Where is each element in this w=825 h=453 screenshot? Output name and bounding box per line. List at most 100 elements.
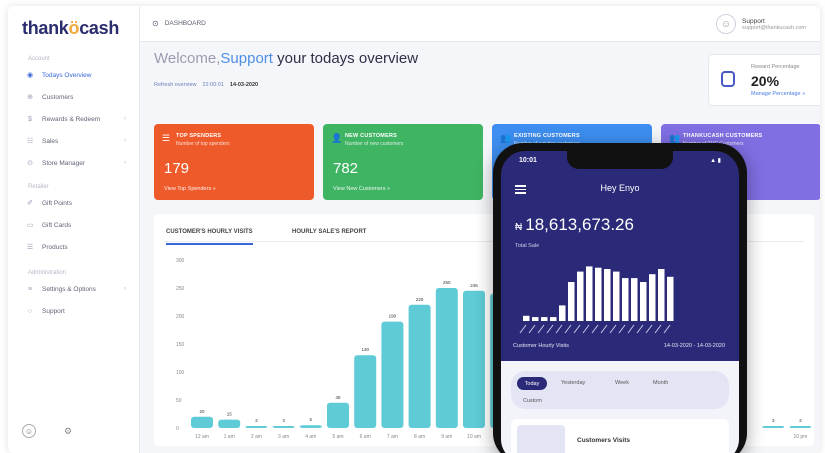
- phone-chart-tick-label: [537, 324, 545, 334]
- customers-visits-card[interactable]: Customers Visits: [511, 419, 729, 453]
- phone-chart-tick-label: [645, 324, 653, 334]
- chart-bar: [435, 288, 458, 428]
- existing-customers-icon: 👥: [500, 133, 512, 143]
- phone-chart-bar: [658, 269, 665, 321]
- sidebar-item-gift-cards[interactable]: ▭ Gift Cards: [26, 218, 134, 232]
- stat-card-link[interactable]: View New Customers »: [333, 186, 390, 192]
- phone-chart-bar: [523, 315, 530, 321]
- sidebar-item-rewards[interactable]: $ Rewards & Redeem ›: [26, 112, 134, 126]
- period-week[interactable]: Week: [615, 380, 629, 386]
- breadcrumb-label[interactable]: DASHBOARD: [165, 20, 206, 27]
- manage-percentage-link[interactable]: Manage Percentage »: [751, 91, 805, 97]
- x-tick-label: 4 am: [305, 434, 316, 440]
- y-tick-label: 0: [176, 426, 179, 432]
- sales-icon: ☷: [26, 138, 34, 145]
- period-today[interactable]: Today: [517, 377, 547, 390]
- y-tick-label: 100: [176, 370, 185, 376]
- date-value[interactable]: 14-03-2020: [230, 82, 258, 88]
- phone-chart-tick-label: [546, 324, 554, 334]
- sidebar-item-store[interactable]: ⊙ Store Manager ›: [26, 156, 134, 170]
- sidebar-item-support[interactable]: ○ Support: [26, 304, 134, 318]
- stat-card-subtitle: Number of top spenders: [176, 141, 230, 147]
- home-icon: ◉: [26, 72, 34, 79]
- sidebar-item-sales[interactable]: ☷ Sales ›: [26, 134, 134, 148]
- phone-total-amount: ₦ 18,613,673.26: [515, 215, 634, 234]
- logo[interactable]: thanköcash: [22, 18, 119, 39]
- phone-chart-bar: [586, 266, 593, 321]
- stat-card-value: 179: [164, 160, 190, 177]
- support-icon: ○: [27, 307, 33, 315]
- phone-chart-bar: [559, 305, 566, 321]
- customers-visits-title: Customers Visits: [577, 437, 630, 444]
- sidebar-item-label: Sales: [42, 137, 59, 145]
- period-custom[interactable]: Custom: [523, 398, 542, 404]
- sidebar-item-label: Customers: [42, 93, 74, 101]
- breadcrumb: ⊙ DASHBOARD: [152, 19, 206, 28]
- phone-chart-bar: [649, 274, 656, 321]
- chart-bar: [354, 355, 377, 428]
- sidebar-item-settings[interactable]: ≡ Settings & Options ›: [26, 282, 134, 296]
- reward-label: Reward Percentage: [751, 64, 800, 70]
- user-menu[interactable]: ☺ Support support@thankucash.com: [716, 14, 806, 34]
- phone-total-label: Total Sale: [515, 243, 540, 249]
- sidebar-footer: ☺ ⚙: [22, 424, 72, 438]
- dashboard-icon: ⊙: [152, 19, 159, 28]
- sidebar-item-products[interactable]: ☰ Products: [26, 240, 134, 254]
- bar-data-label: 5: [310, 417, 313, 422]
- user-circle-icon[interactable]: ☺: [22, 424, 36, 438]
- phone-bottom-sheet: Today Yesterday Week Month Custom Custom…: [501, 361, 739, 453]
- user-name: Support: [742, 17, 765, 25]
- sidebar-item-label: Gift Cards: [42, 221, 72, 229]
- x-tick-label: 7 am: [387, 434, 398, 440]
- bar-data-label: 130: [361, 347, 369, 352]
- phone-date-range[interactable]: 14-03-2020 - 14-03-2020: [664, 343, 725, 349]
- phone-chart-tick-label: [555, 324, 563, 334]
- bar-data-label: 3: [772, 418, 775, 423]
- bar-data-label: 245: [470, 283, 478, 288]
- phone-chart-tick-label: [654, 324, 662, 334]
- sidebar-item-home[interactable]: ◉ Todays Overview: [26, 68, 134, 82]
- x-tick-label: 3 am: [278, 434, 289, 440]
- phone-mockup: 10:01 ▲ ▮ Hey Enyo ₦ 18,613,673.26 Total …: [493, 143, 747, 453]
- sidebar-item-customers[interactable]: ⊕ Customers: [26, 90, 134, 104]
- x-tick-label: 5 am: [332, 434, 343, 440]
- period-month[interactable]: Month: [653, 380, 668, 386]
- date-row: Refresh overview 22:00:01 14-03-2020: [154, 82, 258, 88]
- stat-card-new-customers[interactable]: 👤 NEW CUSTOMERS Number of new customers 782…: [323, 124, 483, 200]
- phone-chart-bar: [541, 317, 548, 321]
- stat-card-link[interactable]: View Top Spenders »: [164, 186, 216, 192]
- phone-chart-tick-label: [582, 324, 590, 334]
- gear-icon[interactable]: ⚙: [64, 426, 72, 437]
- phone-greeting: Hey Enyo: [600, 183, 640, 193]
- period-yesterday[interactable]: Yesterday: [561, 380, 585, 386]
- sidebar-item-gift-points[interactable]: ✐ Gift Points: [26, 196, 134, 210]
- reward-value: 20%: [751, 73, 780, 89]
- phone-chart-bar: [568, 282, 575, 321]
- stat-card-spenders[interactable]: ☰ TOP SPENDERS Number of top spenders 179 Vi…: [154, 124, 314, 200]
- phone-chart-tick-label: [636, 324, 644, 334]
- stat-card-value: 782: [333, 160, 359, 177]
- phone-chart-tick-label: [573, 324, 581, 334]
- phone-chart-bar: [550, 317, 557, 321]
- period-selector: Today Yesterday Week Month Custom: [511, 371, 729, 409]
- chart-bar: [272, 426, 295, 428]
- chevron-down-icon: ›: [124, 116, 126, 122]
- phone-chart-tick-label: [528, 324, 536, 334]
- phone-bar-chart: [519, 266, 674, 334]
- chart-bar: [191, 416, 213, 428]
- phone-chart-tick-label: [519, 324, 527, 334]
- gift-cards-icon: ▭: [26, 222, 34, 229]
- phone-chart-bar: [631, 278, 638, 321]
- refresh-link[interactable]: Refresh overview: [154, 82, 197, 88]
- sidebar: thanköcash Account Retailer Administrati…: [8, 6, 140, 453]
- phone-chart-bar: [577, 271, 584, 321]
- stat-card-subtitle: Number of new customers: [345, 141, 404, 147]
- stat-card-title: THANKUCASH CUSTOMERS: [683, 133, 763, 139]
- new-customers-icon: 👤: [331, 133, 343, 143]
- bar-data-label: 220: [416, 297, 424, 302]
- x-tick-label: 1 am: [224, 434, 235, 440]
- stat-card-title: TOP SPENDERS: [176, 133, 222, 139]
- stat-card-title: NEW CUSTOMERS: [345, 133, 398, 139]
- avatar[interactable]: ☺: [716, 14, 737, 34]
- phone-chart-tick-label: [663, 324, 671, 334]
